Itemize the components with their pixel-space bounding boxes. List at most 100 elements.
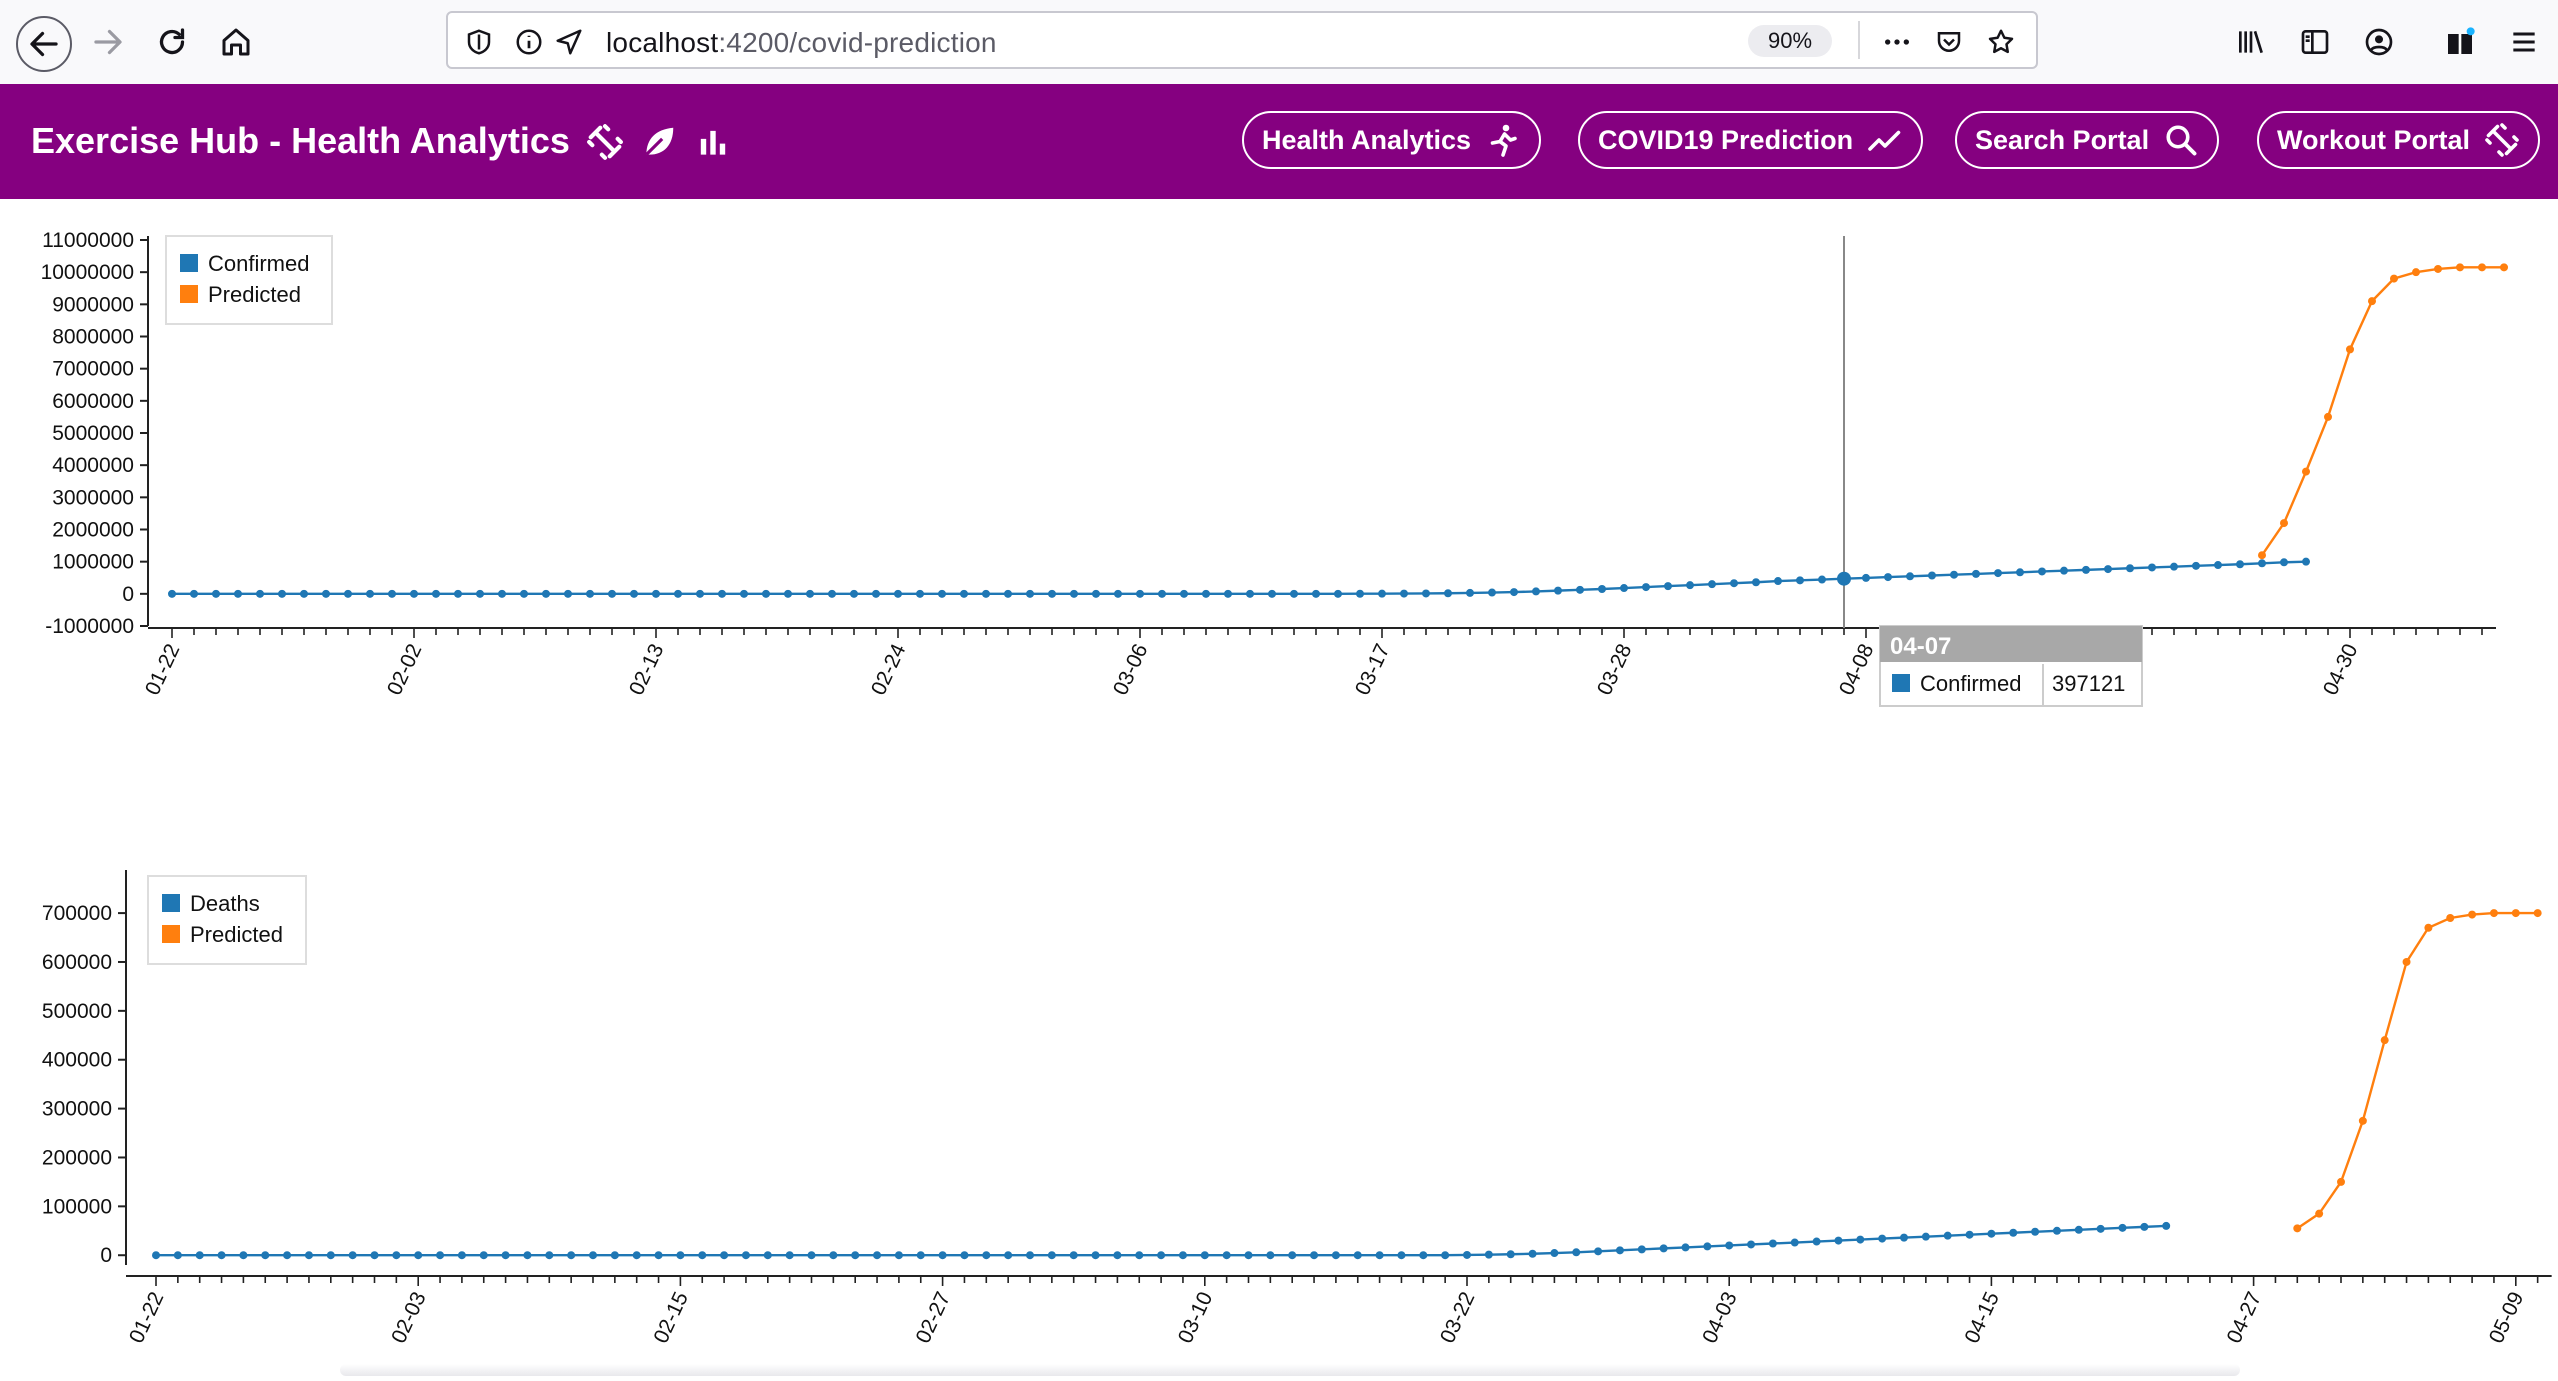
data-point — [1375, 1251, 1384, 1260]
bookmark-star-icon[interactable] — [1984, 25, 2018, 59]
x-tick-label: 02-15 — [649, 1288, 693, 1346]
data-point — [2302, 557, 2310, 566]
nav-health-analytics[interactable]: Health Analytics — [1242, 111, 1542, 169]
data-point — [2258, 559, 2266, 568]
url-text[interactable]: localhost:4200/covid-prediction — [606, 27, 997, 59]
data-point — [1598, 585, 1606, 594]
data-point — [1812, 1237, 1821, 1246]
data-point — [414, 1251, 423, 1260]
more-actions-icon[interactable] — [1880, 25, 1914, 59]
back-button[interactable] — [16, 16, 72, 72]
running-icon — [1490, 124, 1517, 157]
y-tick-label: 11000000 — [42, 229, 134, 252]
nav-covid19-prediction[interactable]: COVID19 Prediction — [1578, 111, 1924, 169]
account-icon[interactable] — [2359, 22, 2399, 62]
sidebar-icon[interactable] — [2295, 22, 2335, 62]
data-point — [676, 1251, 685, 1260]
data-point — [1244, 1251, 1253, 1260]
y-tick-label: 7000000 — [52, 358, 134, 381]
data-point — [1334, 589, 1342, 598]
app-title[interactable]: Exercise Hub - Health Analytics — [31, 120, 570, 162]
data-point — [1972, 569, 1980, 578]
app-header: Exercise Hub - Health Analytics Health A… — [0, 84, 2558, 199]
data-point — [873, 1251, 882, 1260]
data-point — [1884, 573, 1892, 582]
info-icon[interactable] — [512, 25, 546, 59]
data-point — [1572, 1248, 1581, 1257]
data-point — [2533, 909, 2542, 918]
extensions-gift-icon[interactable] — [2440, 22, 2480, 62]
data-point — [2390, 274, 2398, 283]
forward-button[interactable] — [80, 14, 136, 70]
data-point — [1681, 1243, 1690, 1252]
data-point — [1900, 1233, 1908, 1242]
data-point — [2170, 562, 2178, 571]
x-tick-label: 04-08 — [1835, 640, 1879, 698]
data-point — [436, 1251, 445, 1260]
home-button[interactable] — [208, 14, 264, 70]
data-point — [278, 589, 286, 598]
chart-legend: Confirmed Predicted — [165, 235, 333, 325]
nav-search-portal[interactable]: Search Portal — [1955, 111, 2220, 169]
pocket-icon[interactable] — [1932, 25, 1966, 59]
data-point — [1642, 583, 1650, 592]
x-tick-label: 03-06 — [1109, 640, 1153, 698]
data-point — [173, 1251, 182, 1260]
data-point — [1422, 589, 1430, 598]
data-point — [432, 589, 440, 598]
data-point — [589, 1251, 597, 1260]
url-bar[interactable]: localhost:4200/covid-prediction 90% — [446, 11, 2038, 69]
data-point — [542, 589, 550, 598]
data-point — [2446, 913, 2455, 922]
x-tick-label: 05-09 — [2485, 1288, 2529, 1346]
data-point — [1725, 1241, 1734, 1250]
y-tick-label: 10000000 — [41, 261, 134, 284]
y-tick-label: 4000000 — [52, 454, 134, 477]
data-point — [1878, 1234, 1887, 1243]
data-point — [850, 589, 858, 598]
x-tick-label: 04-27 — [2223, 1288, 2267, 1346]
data-point — [2315, 1209, 2324, 1218]
data-point — [501, 1251, 510, 1260]
leaf-icon — [639, 122, 679, 162]
series-line-predicted — [2296, 911, 2538, 1230]
data-point — [388, 589, 396, 598]
nav-workout-portal[interactable]: Workout Portal — [2257, 111, 2541, 169]
data-point — [785, 1251, 794, 1260]
data-point — [1178, 1251, 1187, 1260]
zoom-level[interactable]: 90% — [1748, 25, 1832, 57]
data-point — [195, 1251, 204, 1260]
y-tick-label: 6000000 — [52, 390, 134, 413]
data-point — [1180, 589, 1188, 598]
y-tick-label: 1000000 — [52, 551, 134, 574]
y-tick-label: 8000000 — [52, 326, 134, 349]
confirmed-chart-svg[interactable]: 1100000010000000900000080000007000000600… — [0, 200, 2558, 730]
data-point — [1441, 1251, 1450, 1260]
data-point — [1856, 1235, 1865, 1244]
horizontal-scrollbar[interactable] — [340, 1364, 2240, 1376]
data-point — [1862, 573, 1870, 582]
data-point — [261, 1251, 270, 1260]
data-point — [1466, 588, 1474, 597]
data-point — [1026, 589, 1034, 598]
data-point — [567, 1251, 576, 1260]
data-point — [1943, 1231, 1952, 1240]
menu-hamburger-icon[interactable] — [2504, 22, 2544, 62]
deaths-chart-svg[interactable]: 700000 600000 500000 400000 300000 200000 1000… — [0, 860, 2558, 1376]
data-point — [1463, 1250, 1471, 1259]
data-point — [1310, 1251, 1319, 1260]
data-point — [1576, 585, 1584, 594]
data-point — [1554, 586, 1562, 595]
data-point — [283, 1251, 292, 1260]
data-point — [300, 589, 308, 598]
data-point — [1752, 578, 1760, 587]
reload-button[interactable] — [144, 14, 200, 70]
x-tick-label: 01-22 — [125, 1288, 169, 1346]
shield-icon[interactable] — [462, 25, 496, 59]
dumbbell-icon — [2485, 123, 2519, 157]
x-tick-label: 02-27 — [912, 1288, 956, 1346]
data-point — [1659, 1244, 1668, 1253]
location-arrow-icon[interactable] — [552, 25, 586, 59]
data-point — [2402, 957, 2411, 966]
library-icon[interactable] — [2231, 22, 2271, 62]
